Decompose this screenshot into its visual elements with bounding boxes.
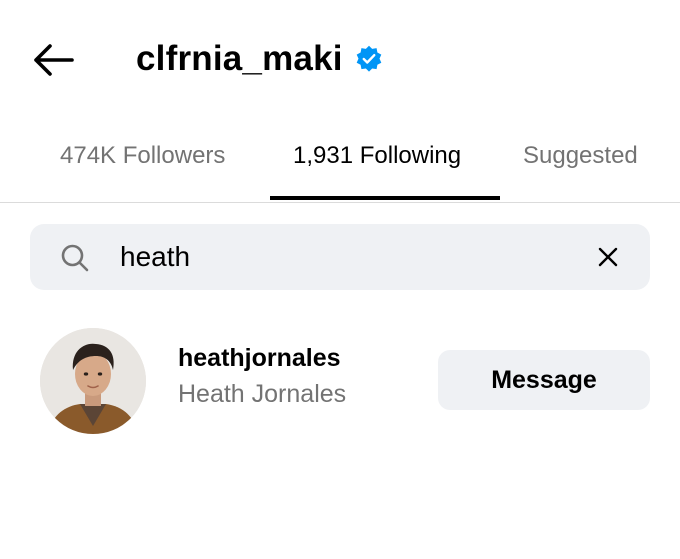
- active-tab-indicator: [270, 196, 500, 200]
- profile-header: clfrnia_maki: [0, 0, 680, 118]
- clear-search-button[interactable]: [596, 245, 620, 269]
- search-bar: [30, 224, 650, 290]
- message-button[interactable]: Message: [438, 350, 650, 410]
- tab-followers[interactable]: 474K Followers: [60, 142, 225, 170]
- follow-tabs: al 474K Followers 1,931 Following Sugges…: [0, 118, 680, 203]
- username[interactable]: heathjornales: [178, 344, 341, 373]
- search-input[interactable]: [120, 234, 560, 280]
- profile-photo: [40, 328, 146, 434]
- avatar[interactable]: [40, 328, 146, 434]
- verified-badge-icon: [356, 45, 382, 72]
- back-button[interactable]: [28, 38, 78, 82]
- tab-following[interactable]: 1,931 Following: [293, 142, 461, 170]
- title-wrap: clfrnia_maki: [136, 34, 383, 84]
- search-icon: [61, 244, 89, 272]
- close-icon: [598, 247, 618, 267]
- page-title: clfrnia_maki: [136, 39, 343, 78]
- full-name: Heath Jornales: [178, 380, 347, 408]
- back-arrow-icon: [34, 44, 74, 76]
- tab-suggested[interactable]: Suggested: [523, 142, 638, 170]
- list-item[interactable]: heathjornales Heath Jornales Message: [0, 320, 680, 440]
